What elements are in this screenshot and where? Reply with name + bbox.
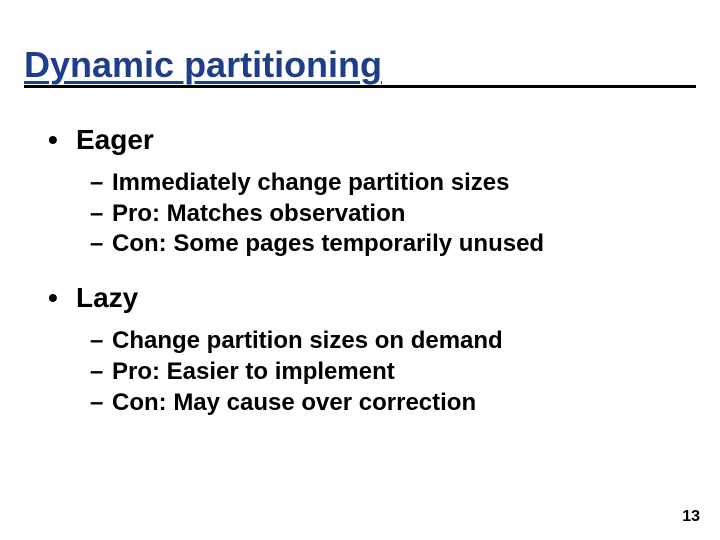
bullet-level1: • Lazy [48, 282, 672, 314]
bullet-level2: – Pro: Easier to implement [90, 357, 672, 388]
dash-icon: – [90, 229, 112, 260]
title-wrap: Dynamic partitioning [24, 46, 696, 88]
slide-title: Dynamic partitioning [24, 44, 382, 85]
bullet-level1: • Eager [48, 124, 672, 156]
sub-list: – Immediately change partition sizes – P… [90, 168, 672, 260]
bullet-label: Eager [76, 124, 154, 156]
sub-label: Pro: Easier to implement [112, 357, 395, 388]
sub-label: Immediately change partition sizes [112, 168, 509, 199]
sub-label: Pro: Matches observation [112, 199, 405, 230]
bullet-level2: – Change partition sizes on demand [90, 326, 672, 357]
bullet-dot-icon: • [48, 282, 76, 314]
bullet-level2: – Immediately change partition sizes [90, 168, 672, 199]
dash-icon: – [90, 388, 112, 419]
dash-icon: – [90, 326, 112, 357]
sub-label: Change partition sizes on demand [112, 326, 503, 357]
sub-label: Con: Some pages temporarily unused [112, 229, 544, 260]
sub-list: – Change partition sizes on demand – Pro… [90, 326, 672, 418]
bullet-level2: – Con: Some pages temporarily unused [90, 229, 672, 260]
sub-label: Con: May cause over correction [112, 388, 476, 419]
dash-icon: – [90, 168, 112, 199]
slide: Dynamic partitioning • Eager – Immediate… [0, 0, 720, 540]
bullet-level2: – Con: May cause over correction [90, 388, 672, 419]
bullet-label: Lazy [76, 282, 138, 314]
page-number: 13 [682, 508, 700, 526]
dash-icon: – [90, 199, 112, 230]
slide-body: • Eager – Immediately change partition s… [48, 124, 672, 440]
bullet-level2: – Pro: Matches observation [90, 199, 672, 230]
bullet-dot-icon: • [48, 124, 76, 156]
dash-icon: – [90, 357, 112, 388]
